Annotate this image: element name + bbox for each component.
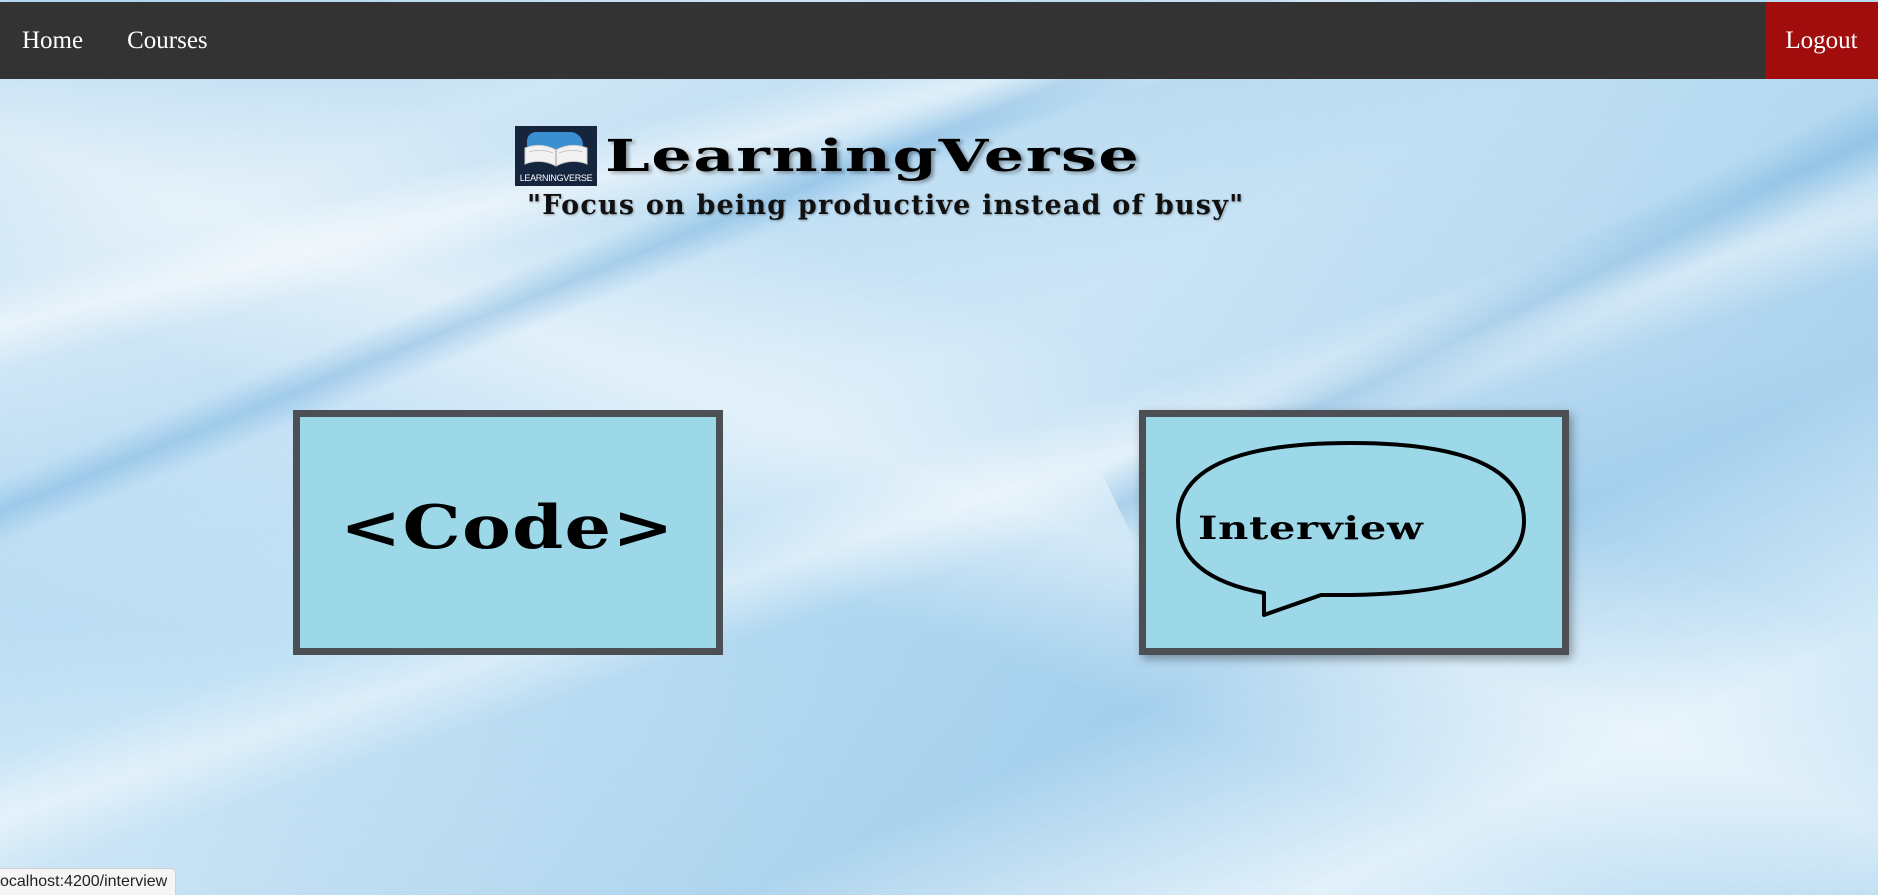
site-title: LearningVerse xyxy=(605,130,1141,182)
brand-header: LEARNINGVERSE LearningVerse xyxy=(515,126,1139,186)
logout-button[interactable]: Logout xyxy=(1765,2,1878,79)
site-tagline: "Focus on being productive instead of bu… xyxy=(527,190,1245,221)
nav-courses-link[interactable]: Courses xyxy=(105,2,230,79)
interview-card-label: Interview xyxy=(1198,509,1424,547)
learningverse-logo: LEARNINGVERSE xyxy=(515,126,597,186)
status-bar-url: ocalhost:4200/interview xyxy=(0,868,177,895)
nav-home-link[interactable]: Home xyxy=(0,2,105,79)
open-book-icon xyxy=(524,144,588,167)
interview-card[interactable]: Interview xyxy=(1139,410,1569,655)
code-card-label: <Code> xyxy=(340,493,675,563)
top-navbar: Home Courses Logout xyxy=(0,2,1878,79)
logo-wordmark: LEARNINGVERSE xyxy=(519,173,593,183)
code-card[interactable]: <Code> xyxy=(293,410,723,655)
background-streak xyxy=(0,0,1878,616)
